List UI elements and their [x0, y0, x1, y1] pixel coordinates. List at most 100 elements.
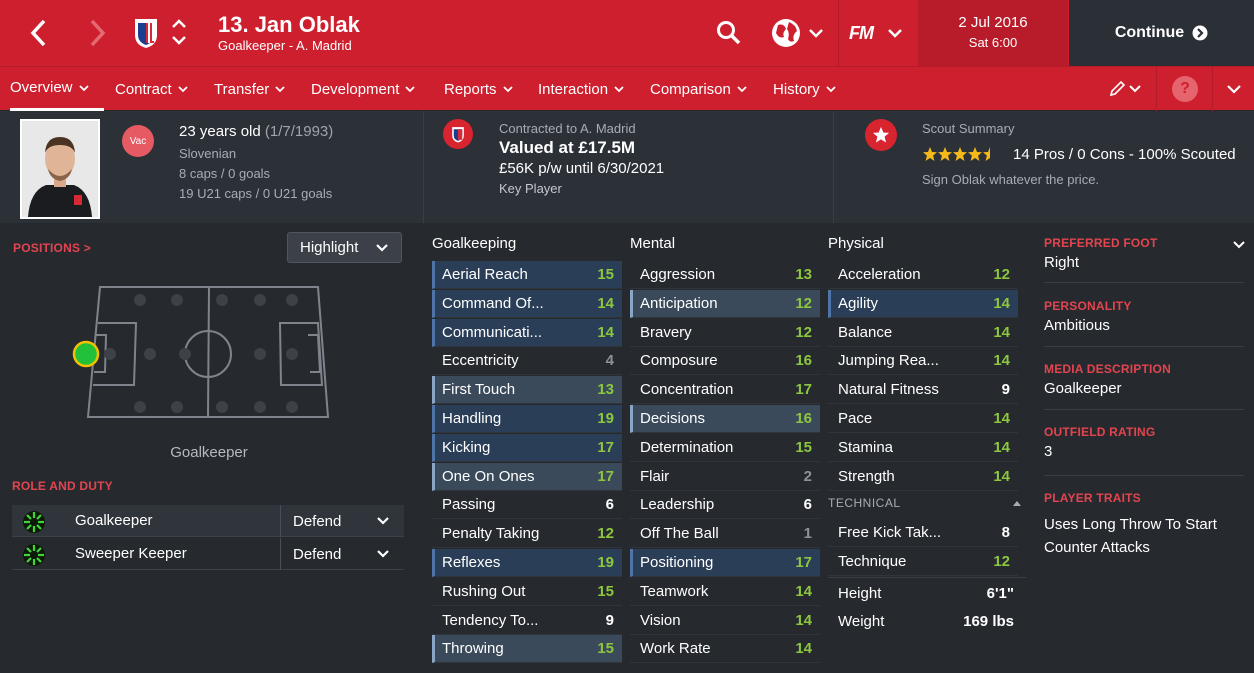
tab-label: Interaction	[538, 80, 609, 98]
attribute-row[interactable]: Natural Fitness 9	[828, 376, 1018, 405]
attribute-row[interactable]: Bravery 12	[630, 319, 820, 347]
player-switch-icon[interactable]	[168, 14, 190, 50]
attribute-value: 9	[605, 611, 614, 629]
attribute-row[interactable]: Eccentricity 4	[432, 347, 622, 376]
tab-interaction[interactable]: Interaction	[538, 67, 624, 111]
top-bar: 13. Jan Oblak Goalkeeper - A. Madrid FM …	[0, 0, 1254, 66]
attribute-value: 12	[993, 552, 1010, 570]
forward-icon[interactable]	[84, 18, 112, 48]
attribute-name: Flair	[640, 467, 670, 485]
attribute-row[interactable]: Positioning 17	[630, 549, 820, 577]
chevron-down-icon[interactable]	[1222, 81, 1246, 97]
chevron-down-icon	[737, 86, 747, 93]
attribute-row[interactable]: Composure 16	[630, 347, 820, 376]
attribute-value: 14	[597, 323, 614, 341]
attribute-row[interactable]: Stamina 14	[828, 434, 1018, 462]
back-icon[interactable]	[24, 18, 52, 48]
chevron-down-icon	[614, 86, 624, 93]
preferred-foot-label: PREFERRED FOOT	[1044, 236, 1158, 250]
search-icon[interactable]	[714, 18, 744, 48]
attribute-row[interactable]: Rushing Out 15	[432, 578, 622, 606]
attribute-row[interactable]: Balance 14	[828, 319, 1018, 347]
attribute-name: Handling	[442, 410, 502, 427]
mental-title: Mental	[630, 235, 676, 252]
tab-development[interactable]: Development	[311, 67, 416, 111]
attribute-row[interactable]: Acceleration 12	[828, 261, 1018, 289]
attribute-name: Free Kick Tak...	[838, 524, 942, 541]
attribute-row[interactable]: Flair 2	[630, 463, 820, 491]
tab-reports[interactable]: Reports	[444, 67, 513, 111]
attribute-value: 6	[605, 496, 614, 514]
role-duty-label: ROLE AND DUTY	[12, 479, 113, 493]
tab-transfer[interactable]: Transfer	[214, 67, 285, 111]
attribute-value: 16	[795, 410, 812, 427]
duty-dropdown[interactable]: Defend	[280, 505, 404, 537]
role-row[interactable]: Goalkeeper Defend	[12, 505, 404, 537]
attribute-row[interactable]: Communicati... 14	[432, 318, 622, 347]
attribute-row[interactable]: Agility 14	[828, 289, 1018, 318]
player-name: 13. Jan Oblak	[218, 12, 360, 37]
attribute-row[interactable]: First Touch 13	[432, 376, 622, 405]
duty-dropdown[interactable]: Defend	[280, 538, 404, 570]
attribute-row[interactable]: Throwing 15	[432, 635, 622, 664]
attribute-value: 9	[1001, 381, 1010, 399]
attribute-row[interactable]: Teamwork 14	[630, 578, 820, 606]
chevron-down-icon[interactable]	[1232, 240, 1246, 250]
tab-overview[interactable]: Overview	[10, 67, 104, 111]
attribute-name: Acceleration	[838, 266, 921, 283]
fm-menu-button[interactable]: FM	[846, 16, 908, 50]
scout-title: Scout Summary	[922, 121, 1015, 136]
attribute-name: Eccentricity	[442, 352, 519, 370]
attribute-value: 14	[795, 640, 812, 658]
continue-button[interactable]: Continue	[1069, 0, 1254, 66]
tab-history[interactable]: History	[773, 67, 836, 111]
positions-link[interactable]: POSITIONS >	[13, 241, 91, 255]
technical-header[interactable]: TECHNICAL	[828, 496, 1026, 510]
edit-icon[interactable]	[1106, 77, 1146, 101]
attribute-row[interactable]: Handling 19	[432, 405, 622, 433]
help-icon[interactable]: ?	[1172, 76, 1198, 102]
attribute-row[interactable]: Pace 14	[828, 405, 1018, 433]
attribute-row[interactable]: Aggression 13	[630, 261, 820, 289]
attribute-value: 6	[803, 496, 812, 514]
attribute-row[interactable]: Aerial Reach 15	[432, 261, 622, 289]
attribute-row[interactable]: Off The Ball 1	[630, 520, 820, 549]
attribute-name: Balance	[838, 323, 893, 341]
technical-title: TECHNICAL	[828, 496, 901, 510]
attribute-row[interactable]: Passing 6	[432, 491, 622, 520]
attribute-row[interactable]: Technique 12	[828, 548, 1018, 576]
attribute-row[interactable]: Work Rate 14	[630, 635, 820, 664]
attribute-row[interactable]: Jumping Rea... 14	[828, 347, 1018, 376]
attribute-row[interactable]: Decisions 16	[630, 405, 820, 433]
attribute-row[interactable]: Strength 14	[828, 463, 1018, 491]
attribute-row[interactable]: Tendency To... 9	[432, 607, 622, 635]
attribute-row[interactable]: Anticipation 12	[630, 289, 820, 318]
highlight-dropdown[interactable]: Highlight	[287, 232, 402, 263]
attribute-row[interactable]: Kicking 17	[432, 433, 622, 462]
attribute-row[interactable]: Concentration 17	[630, 376, 820, 405]
chevron-down-icon	[178, 86, 188, 93]
player-traits-label: PLAYER TRAITS	[1044, 491, 1141, 505]
role-icon	[22, 510, 46, 539]
attribute-row[interactable]: One On Ones 17	[432, 462, 622, 491]
tab-comparison[interactable]: Comparison	[650, 67, 747, 111]
attribute-value: 12	[795, 323, 812, 341]
role-row[interactable]: Sweeper Keeper Defend	[12, 538, 404, 570]
attribute-row[interactable]: Determination 15	[630, 434, 820, 462]
attribute-row[interactable]: Penalty Taking 12	[432, 520, 622, 549]
attribute-value: 12	[597, 525, 614, 543]
attribute-name: Leadership	[640, 496, 715, 514]
attribute-row[interactable]: Free Kick Tak... 8	[828, 519, 1018, 547]
tab-contract[interactable]: Contract	[115, 67, 188, 111]
attribute-name: Determination	[640, 438, 734, 456]
attribute-name: Vision	[640, 611, 681, 629]
time-label: Sat 6:00	[968, 35, 1018, 50]
player-traits-value: Uses Long Throw To Start Counter Attacks	[1044, 516, 1217, 556]
attribute-row[interactable]: Vision 14	[630, 607, 820, 635]
attribute-value: 17	[597, 438, 614, 456]
globe-icon[interactable]	[770, 16, 826, 50]
attribute-row[interactable]: Reflexes 19	[432, 549, 622, 577]
attribute-row[interactable]: Command Of... 14	[432, 289, 622, 318]
attribute-name: One On Ones	[442, 467, 535, 485]
attribute-row[interactable]: Leadership 6	[630, 491, 820, 520]
